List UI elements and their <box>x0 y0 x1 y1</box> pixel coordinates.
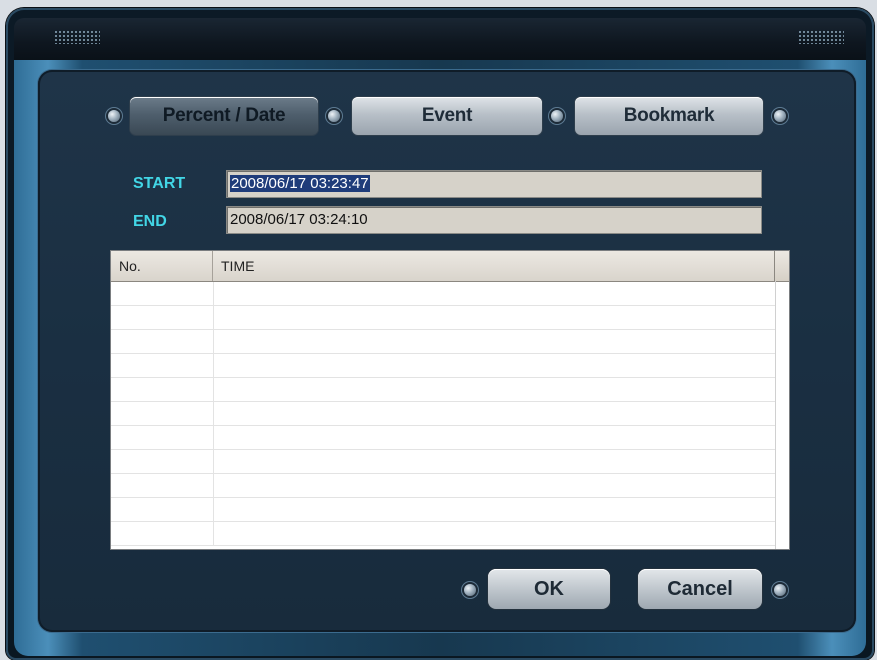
ok-label: OK <box>534 577 564 600</box>
led-indicator-icon <box>774 110 786 122</box>
table-row[interactable] <box>111 522 775 546</box>
table-row[interactable] <box>111 498 775 522</box>
start-label: START <box>133 175 186 192</box>
table-row[interactable] <box>111 354 775 378</box>
start-time-value: 2008/06/17 03:23:47 <box>230 175 370 192</box>
table-row[interactable] <box>111 426 775 450</box>
end-time-field[interactable]: 2008/06/17 03:24:10 <box>226 206 762 234</box>
end-label: END <box>133 213 167 230</box>
led-indicator-icon <box>774 584 786 596</box>
left-grip-icon <box>54 30 100 44</box>
table-row[interactable] <box>111 330 775 354</box>
cancel-label: Cancel <box>667 577 733 600</box>
led-indicator-icon <box>108 110 120 122</box>
tab-event[interactable]: Event <box>352 97 542 135</box>
scrollbar-corner <box>774 251 789 282</box>
led-indicator-icon <box>328 110 340 122</box>
event-time-table[interactable]: No. TIME <box>110 250 790 550</box>
table-header: No. TIME <box>111 251 775 282</box>
right-grip-icon <box>798 30 844 44</box>
tab-label: Bookmark <box>623 105 715 126</box>
table-row[interactable] <box>111 450 775 474</box>
title-bar[interactable] <box>14 18 866 62</box>
led-indicator-icon <box>551 110 563 122</box>
led-indicator-icon <box>464 584 476 596</box>
tab-percent-date[interactable]: Percent / Date <box>130 97 318 135</box>
ok-button[interactable]: OK <box>488 569 610 609</box>
end-time-value: 2008/06/17 03:24:10 <box>230 211 368 228</box>
tab-label: Event <box>421 105 473 126</box>
table-row[interactable] <box>111 402 775 426</box>
table-row[interactable] <box>111 474 775 498</box>
table-row[interactable] <box>111 282 775 306</box>
column-header-no[interactable]: No. <box>111 251 213 281</box>
cancel-button[interactable]: Cancel <box>638 569 762 609</box>
scrollbar-track[interactable] <box>775 281 776 549</box>
start-time-field[interactable]: 2008/06/17 03:23:47 <box>226 170 762 198</box>
column-header-time[interactable]: TIME <box>213 251 775 281</box>
table-row[interactable] <box>111 378 775 402</box>
tab-bookmark[interactable]: Bookmark <box>575 97 763 135</box>
table-row[interactable] <box>111 306 775 330</box>
table-body <box>111 282 775 546</box>
tab-label: Percent / Date <box>162 105 286 126</box>
